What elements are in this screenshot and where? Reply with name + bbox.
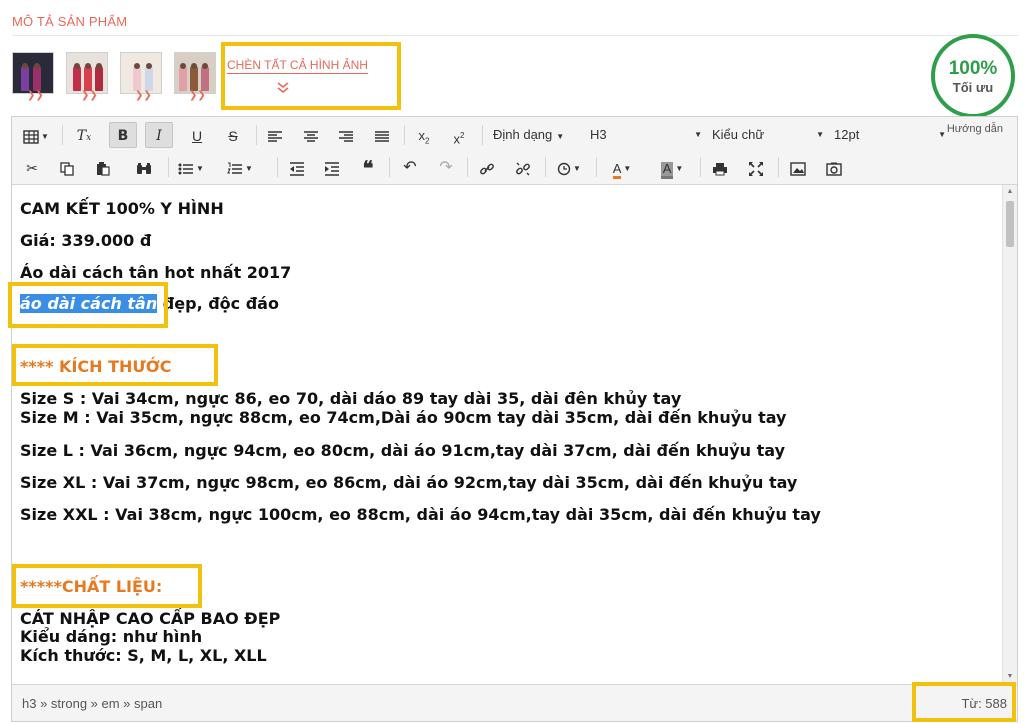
size-row: Size M : Vai 35cm, ngực 88cm, eo 74cm,Dà… [20, 408, 787, 427]
print-icon[interactable] [706, 154, 734, 180]
unlink-icon[interactable] [509, 154, 537, 180]
chevron-down-icon[interactable]: ❯❯ [189, 91, 206, 101]
toolbar-separator [404, 125, 405, 145]
highlight-size-heading [12, 344, 218, 386]
editor-statusbar: h3 » strong » em » span Từ: 588 [12, 684, 1017, 721]
font-family-select-label: Kiểu chữ [712, 127, 765, 142]
blockquote-icon[interactable]: ❝ [354, 154, 382, 180]
caret-down-icon: ▼ [694, 130, 702, 139]
style-line: Kiểu dáng: như hình [20, 627, 203, 646]
price-line: Giá: 339.000 đ [20, 231, 152, 250]
outdent-icon[interactable] [283, 154, 311, 180]
toolbar-separator [545, 157, 546, 177]
chevron-down-icon[interactable]: ❯❯ [81, 91, 98, 101]
font-family-select[interactable]: Kiểu chữ ▼ [712, 122, 824, 148]
font-size-select-value: 12pt [834, 127, 860, 142]
format-dropdown[interactable]: Định dạng ▼ [493, 122, 569, 148]
highlight-word-count [912, 682, 1016, 722]
paste-icon[interactable] [89, 154, 117, 180]
toolbar-separator [256, 125, 257, 145]
size-list-line: Kích thước: S, M, L, XL, XLL [20, 646, 267, 665]
align-right-icon[interactable] [332, 122, 360, 148]
element-path[interactable]: h3 » strong » em » span [22, 696, 162, 711]
section-title: MÔ TẢ SẢN PHẨM [12, 14, 128, 29]
indent-icon[interactable] [318, 154, 346, 180]
toolbar-separator [389, 157, 390, 177]
chevron-down-icon[interactable]: ❯❯ [27, 91, 44, 101]
size-row: Size S : Vai 34cm, ngực 86, eo 70, dài d… [20, 389, 682, 408]
numbered-list-icon[interactable]: ▼ [221, 154, 259, 180]
toolbar-separator [168, 157, 169, 177]
italic-icon[interactable]: I [145, 122, 173, 148]
align-justify-icon[interactable] [368, 122, 396, 148]
toolbar-separator [482, 125, 483, 145]
clear-format-icon[interactable]: Tx [70, 122, 98, 148]
table-icon[interactable]: ▼ [18, 122, 54, 148]
scroll-up-icon[interactable]: ▲ [1003, 185, 1017, 199]
highlight-material-heading [12, 564, 202, 608]
strikethrough-icon[interactable]: S [219, 122, 247, 148]
undo-icon[interactable]: ↶ [396, 154, 424, 180]
highlight-selected-keyword [8, 282, 168, 328]
background-color-icon[interactable]: A ▼ [652, 154, 692, 180]
toolbar-separator [277, 157, 278, 177]
product-thumbnail-1[interactable] [12, 52, 54, 94]
caret-down-icon: ▼ [556, 132, 565, 141]
font-size-select[interactable]: 12pt ▼ [834, 122, 946, 148]
size-row: Size XXL : Vai 38cm, ngực 100cm, eo 88cm… [20, 505, 821, 524]
align-left-icon[interactable] [261, 122, 289, 148]
product-thumbnail-2[interactable] [66, 52, 108, 94]
size-row: Size XL : Vai 37cm, ngực 98cm, eo 86cm, … [20, 473, 798, 492]
toolbar-separator [778, 157, 779, 177]
heading-select-value: H3 [590, 127, 607, 142]
seo-score-label: Tối ưu [952, 80, 994, 95]
highlight-insert-all [221, 42, 401, 110]
material-line: CÁT NHẬP CAO CẤP BAO ĐẸP [20, 609, 281, 628]
product-thumbnail-3[interactable] [120, 52, 162, 94]
fullscreen-icon[interactable] [742, 154, 770, 180]
align-center-icon[interactable] [297, 122, 325, 148]
headline-line: Áo dài cách tân hot nhất 2017 [20, 263, 292, 282]
editor-content-area[interactable]: CAM KẾT 100% Y HÌNH Giá: 339.000 đ Áo dà… [12, 185, 1002, 684]
size-row: Size L : Vai 36cm, ngực 94cm, eo 80cm, d… [20, 441, 786, 460]
rich-text-editor: ▼ Tx B I U S x2 x2 Định dạng ▼ H3 ▼ Kiểu… [11, 116, 1018, 722]
link-icon[interactable] [473, 154, 501, 180]
image-icon[interactable] [784, 154, 812, 180]
section-divider [12, 35, 1018, 36]
editor-toolbar: ▼ Tx B I U S x2 x2 Định dạng ▼ H3 ▼ Kiểu… [12, 117, 1017, 185]
bold-icon[interactable]: B [109, 122, 137, 148]
seo-score-value: 100% [948, 58, 998, 79]
commit-line: CAM KẾT 100% Y HÌNH [20, 199, 224, 218]
chevron-down-icon[interactable]: ❯❯ [135, 91, 152, 101]
seo-score-badge: 100% Tối ưu [931, 34, 1015, 118]
redo-icon[interactable]: ↷ [432, 154, 460, 180]
format-dropdown-label: Định dạng [493, 127, 553, 142]
subscript-icon[interactable]: x2 [410, 122, 438, 148]
heading-select[interactable]: H3 ▼ [590, 122, 702, 148]
toolbar-separator [467, 157, 468, 177]
caret-down-icon: ▼ [938, 130, 946, 139]
editor-scrollbar[interactable]: ▲ ▼ [1002, 185, 1017, 684]
toolbar-separator [62, 125, 63, 145]
text-color-icon[interactable]: A ▼ [602, 154, 642, 180]
underline-icon[interactable]: U [183, 122, 211, 148]
superscript-icon[interactable]: x2 [445, 122, 473, 148]
caret-down-icon: ▼ [816, 130, 824, 139]
copy-icon[interactable] [53, 154, 81, 180]
toolbar-separator [596, 157, 597, 177]
media-icon[interactable] [820, 154, 848, 180]
cut-icon[interactable]: ✂ [18, 154, 46, 180]
toolbar-separator [700, 157, 701, 177]
timestamp-icon[interactable]: ▼ [550, 154, 588, 180]
find-icon[interactable] [130, 154, 158, 180]
guide-link[interactable]: Hướng dẫn [947, 123, 1003, 135]
bullet-list-icon[interactable]: ▼ [172, 154, 210, 180]
scrollbar-thumb[interactable] [1006, 201, 1014, 247]
keyword-line-rest: đẹp, độc đáo [157, 294, 279, 313]
product-thumbnail-4[interactable] [174, 52, 216, 94]
